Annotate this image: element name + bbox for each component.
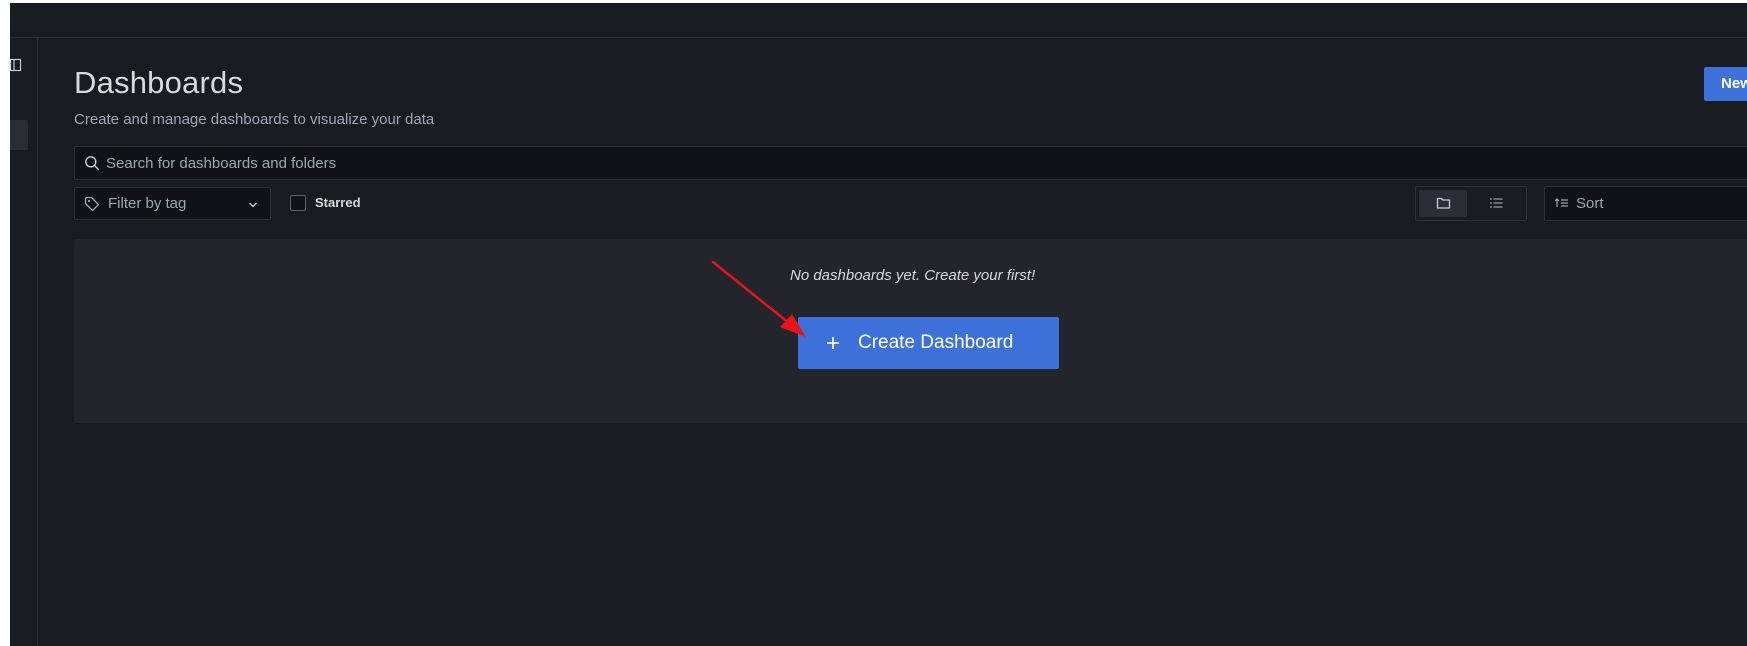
list-icon <box>1490 198 1503 208</box>
tag-icon <box>84 196 100 212</box>
top-bar <box>10 3 1747 38</box>
sort-label: Sort <box>1576 195 1604 212</box>
folder-view-button[interactable] <box>1419 190 1467 217</box>
empty-state-message: No dashboards yet. Create your first! <box>790 267 1036 284</box>
tag-filter-label: Filter by tag <box>108 195 187 212</box>
starred-checkbox[interactable] <box>290 195 306 211</box>
search-input[interactable] <box>106 147 1706 179</box>
list-view-button[interactable] <box>1473 190 1521 217</box>
sidebar <box>10 38 38 646</box>
search-icon <box>85 156 100 171</box>
dock-icon[interactable] <box>10 58 22 72</box>
folder-icon <box>1436 197 1451 209</box>
create-dashboard-button[interactable]: Create Dashboard <box>798 317 1059 369</box>
new-button[interactable]: New <box>1704 67 1747 101</box>
create-dashboard-label: Create Dashboard <box>858 332 1014 353</box>
sort-select[interactable]: Sort <box>1544 186 1747 221</box>
search-box[interactable] <box>74 146 1747 180</box>
chevron-down-icon <box>249 202 257 208</box>
starred-label[interactable]: Starred <box>315 195 361 210</box>
view-mode-toggle <box>1415 186 1527 221</box>
sort-icon <box>1554 198 1568 207</box>
page-title: Dashboards <box>74 65 244 100</box>
main-content: Dashboards Create and manage dashboards … <box>74 38 1747 646</box>
sidebar-item-active[interactable] <box>10 120 28 150</box>
tag-filter-select[interactable]: Filter by tag <box>74 187 271 220</box>
page-subtitle: Create and manage dashboards to visualiz… <box>74 111 435 128</box>
plus-icon <box>827 337 839 349</box>
screenshot-frame: Dashboards Create and manage dashboards … <box>0 0 1747 646</box>
empty-state-panel: No dashboards yet. Create your first! Cr… <box>74 239 1747 423</box>
grafana-app: Dashboards Create and manage dashboards … <box>10 3 1747 646</box>
